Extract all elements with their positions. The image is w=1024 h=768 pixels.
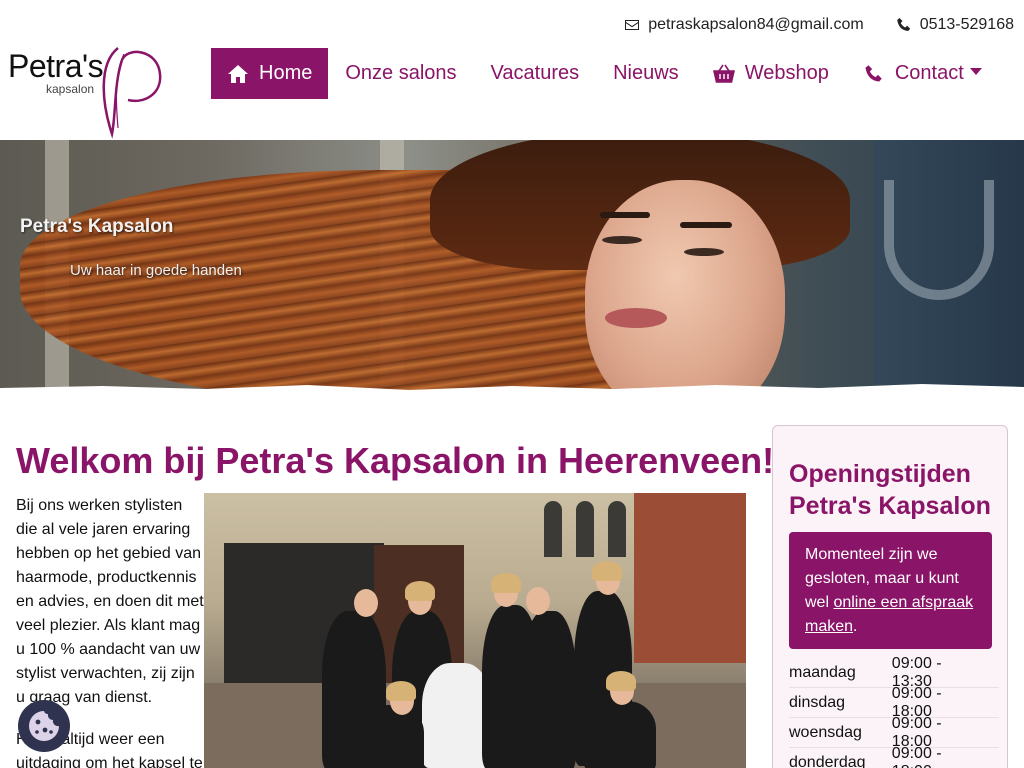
- hero-subtitle: Uw haar in goede handen: [70, 262, 242, 279]
- hours-row: woensdag 09:00 - 18:00: [789, 715, 999, 750]
- hero-eye: [602, 236, 642, 244]
- nav-nieuws[interactable]: Nieuws: [596, 48, 696, 99]
- phone-icon: [896, 18, 910, 31]
- contact-phone[interactable]: 0513-529168: [896, 16, 1014, 34]
- nav-webshop-label: Webshop: [744, 62, 829, 84]
- photo-person-hair: [386, 681, 416, 701]
- photo-person-hair: [592, 561, 622, 581]
- cookie-icon: [29, 711, 59, 741]
- hero-brow: [600, 212, 650, 218]
- hero-banner: Petra's Kapsalon Uw haar in goede handen: [0, 140, 1024, 390]
- envelope-icon: [625, 20, 640, 30]
- hero-brow: [680, 222, 732, 228]
- hero-drape: [884, 180, 994, 300]
- notice-suffix: .: [853, 618, 858, 635]
- photo-person-hair: [606, 671, 636, 691]
- nav-nieuws-label: Nieuws: [613, 62, 679, 84]
- site-logo[interactable]: Petra's kapsalon: [8, 44, 168, 140]
- main-nav: Home Onze salons Vacatures Nieuws Websho…: [211, 48, 999, 99]
- photo-window: [544, 501, 562, 557]
- photo-person-head: [526, 587, 550, 615]
- hero-lips: [605, 308, 667, 328]
- home-icon: [228, 64, 248, 83]
- hours-day: dinsdag: [789, 693, 846, 711]
- opening-hours-panel: Openingstijden Petra's Kapsalon Momentee…: [772, 425, 1008, 768]
- photo-person-hair: [405, 581, 435, 601]
- hours-row: donderdag 09:00 - 18:00: [789, 744, 999, 768]
- photo-person-head: [354, 589, 378, 617]
- hours-day: woensdag: [789, 723, 862, 741]
- nav-home[interactable]: Home: [211, 48, 329, 99]
- photo-brick-wall: [634, 493, 746, 663]
- nav-contact[interactable]: Contact: [846, 48, 999, 99]
- nav-home-label: Home: [259, 62, 313, 84]
- hours-day: maandag: [789, 663, 856, 681]
- hours-row: maandag 09:00 - 13:30: [789, 655, 999, 690]
- hours-list: maandag 09:00 - 13:30 dinsdag 09:00 - 18…: [789, 655, 999, 768]
- intro-text: Bij ons werken stylisten die al vele jar…: [16, 497, 204, 706]
- phone-text: 0513-529168: [919, 16, 1014, 33]
- photo-window: [608, 501, 626, 557]
- hero-eye: [684, 248, 724, 256]
- logo-sub: kapsalon: [46, 82, 95, 96]
- nav-onze-salons-label: Onze salons: [345, 62, 457, 84]
- photo-person: [354, 705, 424, 768]
- nav-vacatures-label: Vacatures: [490, 62, 580, 84]
- basket-icon: [712, 64, 735, 83]
- nav-webshop[interactable]: Webshop: [696, 48, 846, 99]
- contact-email[interactable]: petraskapsalon84@gmail.com: [624, 16, 864, 34]
- phone-icon: [865, 64, 882, 81]
- email-text: petraskapsalon84@gmail.com: [648, 16, 864, 33]
- team-photo: [204, 493, 746, 768]
- cookie-settings-button[interactable]: [18, 700, 70, 752]
- photo-person-hair: [491, 573, 521, 593]
- hero-title: Petra's Kapsalon: [20, 216, 174, 237]
- photo-window: [576, 501, 594, 557]
- nav-contact-label: Contact: [894, 62, 964, 84]
- page-title: Welkom bij Petra's Kapsalon in Heerenvee…: [16, 440, 775, 481]
- photo-person: [522, 611, 576, 768]
- closed-notice: Momenteel zijn we gesloten, maar u kunt …: [789, 532, 992, 649]
- opening-hours-title: Openingstijden Petra's Kapsalon: [789, 460, 991, 520]
- logo-swirl-icon: [102, 47, 162, 139]
- nav-onze-salons[interactable]: Onze salons: [328, 48, 473, 99]
- nav-vacatures[interactable]: Vacatures: [474, 48, 597, 99]
- photo-person: [584, 701, 656, 768]
- hours-row: dinsdag 09:00 - 18:00: [789, 685, 999, 720]
- top-contact-bar: petraskapsalon84@gmail.com 0513-529168: [624, 16, 1014, 34]
- hours-day: donderdag: [789, 753, 866, 768]
- chevron-down-icon: [969, 68, 982, 75]
- hours-time: 09:00 - 18:00: [891, 744, 942, 768]
